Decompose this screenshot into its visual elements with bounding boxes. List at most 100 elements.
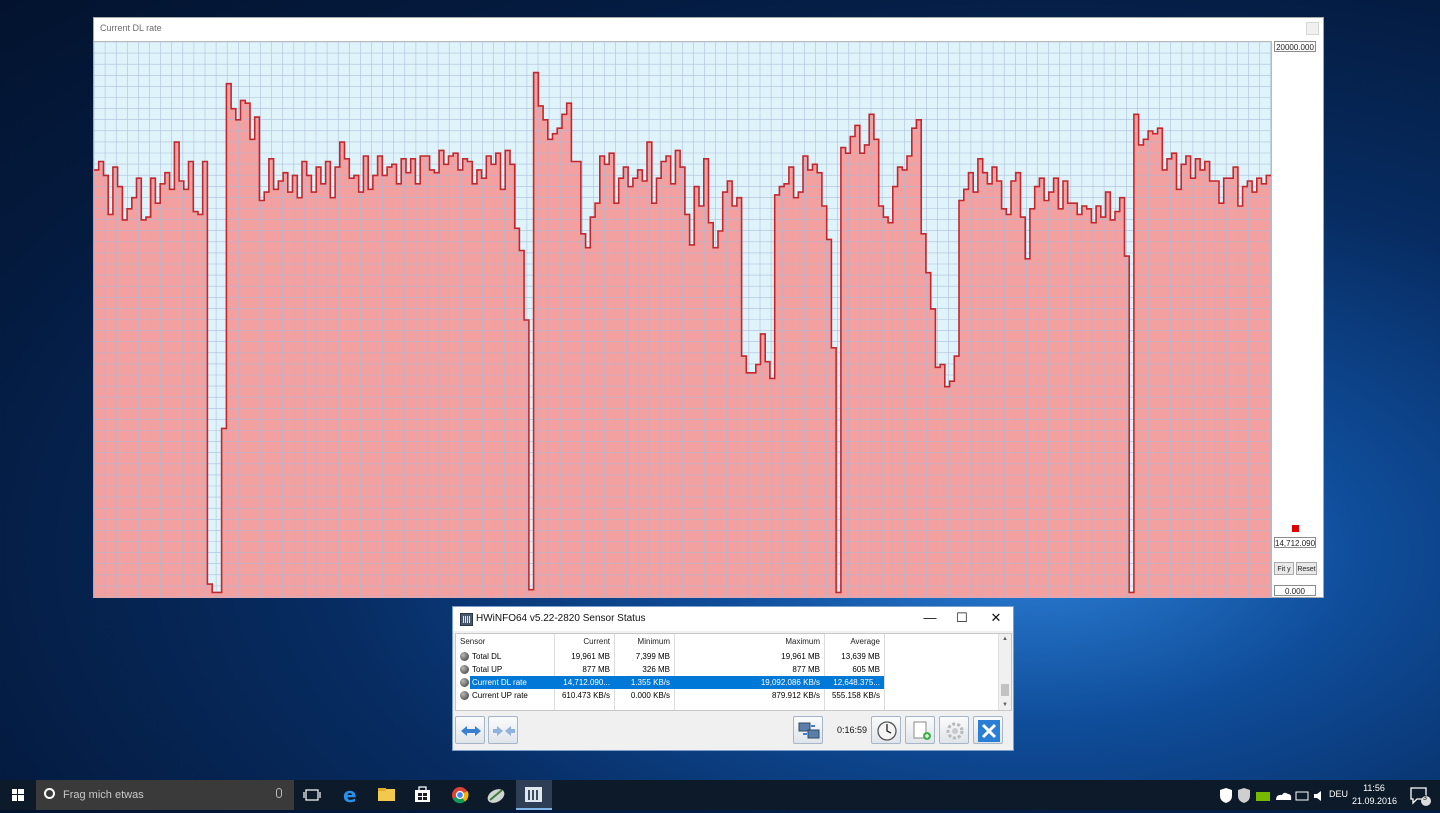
task-view-button[interactable] bbox=[300, 780, 326, 810]
cortana-icon bbox=[44, 788, 55, 799]
settings-gear-icon bbox=[946, 722, 964, 740]
cortana-search-box[interactable]: Frag mich etwas bbox=[36, 780, 294, 810]
header-current[interactable]: Current bbox=[554, 635, 614, 648]
clock-time: 11:56 bbox=[1363, 783, 1385, 793]
taskbar-chrome[interactable] bbox=[448, 780, 474, 810]
nvidia-icon[interactable] bbox=[1256, 792, 1270, 801]
sensor-minimum: 7,399 MB bbox=[635, 652, 670, 661]
current-value-marker bbox=[1292, 525, 1299, 532]
taskbar-clock[interactable]: 11:56 21.09.2016 bbox=[1352, 782, 1398, 808]
elapsed-timer: 0:16:59 bbox=[837, 725, 868, 735]
add-log-icon bbox=[913, 721, 931, 740]
sensor-minimum: 326 MB bbox=[642, 665, 670, 674]
search-placeholder: Frag mich etwas bbox=[63, 789, 144, 801]
graph-window: Current DL rate 20000.000 14,712.090 Fit… bbox=[93, 17, 1324, 598]
action-center-button[interactable]: 3 bbox=[1404, 780, 1434, 810]
network-tray-icon[interactable] bbox=[1295, 791, 1309, 801]
sensor-maximum: 19,092.086 KB/s bbox=[674, 676, 824, 689]
sensor-name: Current DL rate bbox=[470, 676, 554, 689]
language-indicator[interactable]: DEU bbox=[1329, 789, 1348, 799]
chart-svg bbox=[94, 42, 1271, 598]
sensor-table: Sensor Current Minimum Maximum Average T… bbox=[455, 633, 1012, 711]
scroll-up-arrow-icon[interactable]: ▲ bbox=[999, 634, 1011, 644]
table-header: Sensor Current Minimum Maximum Average bbox=[456, 635, 1000, 648]
hwinfo-icon bbox=[525, 787, 542, 802]
sensor-minimum: 0.000 KB/s bbox=[630, 691, 670, 700]
header-minimum[interactable]: Minimum bbox=[614, 635, 674, 648]
close-sensors-button[interactable] bbox=[973, 716, 1003, 744]
table-scrollbar[interactable]: ▲ ▼ bbox=[998, 634, 1011, 710]
y-max-label: 20000.000 bbox=[1274, 41, 1316, 52]
sensor-average: 12,648.375... bbox=[824, 676, 884, 689]
current-value-label: 14,712.090 bbox=[1274, 537, 1316, 548]
sensor-window-titlebar[interactable]: HWiNFO64 v5.22-2820 Sensor Status — ☐ ✕ bbox=[453, 607, 1013, 631]
hwinfo-app-icon bbox=[460, 613, 473, 626]
dl-rate-chart bbox=[94, 41, 1272, 598]
sensor-minimum: 1.355 KB/s bbox=[614, 676, 674, 689]
sensor-average: 605 MB bbox=[852, 665, 880, 674]
expand-arrows-icon bbox=[461, 726, 481, 736]
table-row-selected[interactable]: Current DL rate 14,712.090... 1.355 KB/s… bbox=[456, 676, 1000, 689]
volume-icon[interactable] bbox=[1314, 791, 1321, 801]
chrome-icon bbox=[452, 787, 469, 804]
taskbar-explorer[interactable] bbox=[374, 780, 400, 810]
settings-button[interactable] bbox=[939, 716, 969, 744]
taskbar-store[interactable] bbox=[410, 780, 436, 810]
scroll-down-arrow-icon[interactable]: ▼ bbox=[999, 700, 1011, 710]
close-button[interactable]: ✕ bbox=[979, 607, 1013, 631]
clock-button[interactable] bbox=[871, 716, 901, 744]
notification-icon bbox=[1410, 787, 1431, 806]
sensor-maximum: 879.912 KB/s bbox=[771, 691, 820, 700]
taskbar-edge[interactable]: e bbox=[338, 780, 364, 810]
table-row[interactable]: Current UP rate 610.473 KB/s 0.000 KB/s … bbox=[456, 689, 1000, 702]
sensor-maximum: 19,961 MB bbox=[781, 652, 820, 661]
sensor-average: 555.158 KB/s bbox=[831, 691, 880, 700]
expand-button[interactable] bbox=[455, 716, 485, 744]
start-button[interactable] bbox=[0, 780, 36, 810]
sensor-current: 610.473 KB/s bbox=[561, 691, 610, 700]
graph-title: Current DL rate bbox=[100, 23, 162, 33]
minimize-button[interactable]: — bbox=[913, 607, 947, 631]
sensor-name: Total UP bbox=[472, 665, 503, 674]
sensor-status-window: HWiNFO64 v5.22-2820 Sensor Status — ☐ ✕ … bbox=[452, 606, 1014, 751]
system-tray-icons[interactable] bbox=[1218, 788, 1328, 804]
header-sensor[interactable]: Sensor bbox=[456, 635, 554, 648]
network-button[interactable] bbox=[793, 716, 823, 744]
sensor-name: Total DL bbox=[472, 652, 502, 661]
reset-button[interactable]: Reset bbox=[1296, 562, 1317, 575]
taskbar-app[interactable] bbox=[484, 780, 510, 810]
store-icon bbox=[415, 786, 430, 802]
network-icon bbox=[798, 722, 820, 739]
edge-icon: e bbox=[343, 783, 357, 807]
sensor-icon bbox=[460, 678, 469, 687]
header-average[interactable]: Average bbox=[824, 635, 884, 648]
microphone-icon[interactable] bbox=[276, 788, 282, 798]
taskbar-hwinfo-active[interactable] bbox=[516, 780, 552, 810]
svg-text:e: e bbox=[343, 783, 357, 807]
notification-count: 3 bbox=[1423, 795, 1427, 802]
sensor-current: 877 MB bbox=[582, 665, 610, 674]
sensor-maximum: 877 MB bbox=[792, 665, 820, 674]
onedrive-cloud-icon[interactable] bbox=[1276, 792, 1292, 800]
security-shield-icon[interactable] bbox=[1238, 788, 1250, 803]
table-row[interactable]: Total DL 19,961 MB 7,399 MB 19,961 MB 13… bbox=[456, 650, 1000, 663]
fit-y-button[interactable]: Fit y bbox=[1274, 562, 1294, 575]
table-row[interactable]: Total UP 877 MB 326 MB 877 MB 605 MB bbox=[456, 663, 1000, 676]
app-icon bbox=[487, 789, 505, 803]
task-view-icon bbox=[303, 789, 321, 801]
clock-date: 21.09.2016 bbox=[1352, 796, 1398, 806]
log-button[interactable] bbox=[905, 716, 935, 744]
sensor-name: Current UP rate bbox=[472, 691, 528, 700]
defender-shield-icon[interactable] bbox=[1220, 788, 1232, 803]
collapse-button[interactable] bbox=[488, 716, 518, 744]
scroll-thumb[interactable] bbox=[1001, 684, 1009, 696]
close-x-icon bbox=[978, 720, 1000, 742]
maximize-button[interactable]: ☐ bbox=[945, 607, 979, 631]
sensor-toolbar: 0:16:59 bbox=[453, 713, 1013, 750]
graph-close-button[interactable] bbox=[1306, 22, 1319, 35]
header-maximum[interactable]: Maximum bbox=[674, 635, 824, 648]
taskbar: Frag mich etwas e DEU 11:56 21.09.2016 3 bbox=[0, 780, 1440, 810]
sensor-average: 13,639 MB bbox=[841, 652, 880, 661]
y-min-label: 0.000 bbox=[1274, 585, 1316, 596]
collapse-arrows-icon bbox=[493, 726, 515, 736]
